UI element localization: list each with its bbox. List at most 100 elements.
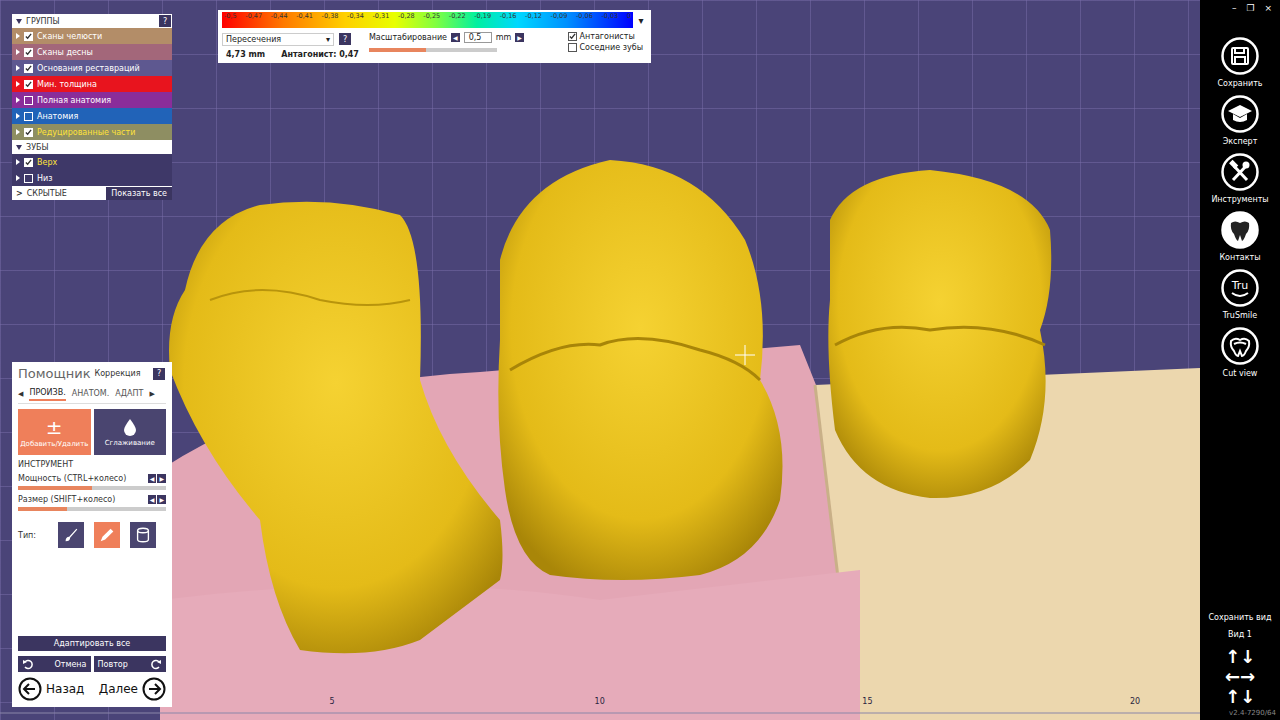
hidden-row[interactable]: >СКРЫТЫЕПоказать все bbox=[12, 186, 172, 200]
help-button[interactable]: ? bbox=[159, 15, 171, 27]
cylinder-icon bbox=[134, 526, 152, 544]
collapse-icon bbox=[16, 19, 22, 24]
scaling-slider[interactable] bbox=[369, 48, 497, 52]
checkbox[interactable] bbox=[24, 32, 33, 41]
color-scale: -0,5-0,47-0,44-0,41-0,38-0,34-0,31-0,28-… bbox=[222, 12, 647, 28]
expand-icon bbox=[16, 97, 20, 103]
undo-button[interactable]: Отмена bbox=[18, 656, 91, 672]
3d-viewport[interactable]: 5101520ГРУППЫ?Сканы челюстиСканы десныОс… bbox=[0, 0, 1200, 720]
view-rotate-button[interactable]: ↑↓ bbox=[1225, 687, 1255, 707]
option-checkbox[interactable]: Соседние зубы bbox=[568, 43, 643, 52]
sidebar-button[interactable]: Сохранить bbox=[1218, 36, 1263, 88]
svg-text:Tru: Tru bbox=[1231, 279, 1249, 292]
groups-header[interactable]: ГРУППЫ? bbox=[12, 14, 172, 28]
right-sidebar: –❐ ×Сохранить Эксперт Инструменты Контакты Tr… bbox=[1200, 0, 1280, 720]
redo-button[interactable]: Повтор bbox=[94, 656, 167, 672]
expand-icon bbox=[16, 159, 20, 165]
tab-bar: ◀ ПРОИЗВ. АНАТОМ. АДАПТ ▶ bbox=[18, 386, 166, 404]
scale-label: -0,19 bbox=[474, 12, 491, 21]
exocad-window: 5101520ГРУППЫ?Сканы челюстиСканы десныОс… bbox=[0, 0, 1280, 720]
sidebar-button[interactable]: Инструменты bbox=[1211, 152, 1268, 204]
expand-icon bbox=[16, 81, 20, 87]
show-all-button[interactable]: Показать все bbox=[106, 187, 172, 200]
decrease-button[interactable]: ◀ bbox=[148, 495, 157, 504]
tab[interactable]: ПРОИЗВ. bbox=[29, 386, 65, 401]
tab-prev-button[interactable]: ◀ bbox=[18, 390, 23, 398]
save-view-button[interactable]: Сохранить вид bbox=[1209, 613, 1272, 622]
group-item[interactable]: Сканы челюсти bbox=[12, 28, 172, 44]
window-control-button[interactable]: – bbox=[1232, 3, 1237, 30]
antagonist-value: Антагонист: 0,47 bbox=[281, 50, 359, 59]
tooth[interactable] bbox=[828, 170, 1051, 498]
checkbox[interactable] bbox=[24, 48, 33, 57]
scale-label: -0,31 bbox=[372, 12, 389, 21]
sidebar-button[interactable]: Эксперт bbox=[1220, 94, 1260, 146]
cutview-icon bbox=[1220, 326, 1260, 366]
group-item[interactable]: Сканы десны bbox=[12, 44, 172, 60]
teeth-item[interactable]: Низ bbox=[12, 170, 172, 186]
help-button[interactable]: ? bbox=[339, 33, 351, 45]
slider-track[interactable] bbox=[18, 486, 166, 490]
teeth-item[interactable]: Верх bbox=[12, 154, 172, 170]
checkbox[interactable] bbox=[24, 64, 33, 73]
mode-dropdown[interactable]: Пересечения▾ bbox=[222, 33, 334, 46]
tooth[interactable] bbox=[498, 160, 782, 580]
group-item[interactable]: Редуцированные части bbox=[12, 124, 172, 140]
assistant-panel: ПомощникКоррекция?◀ПРОИЗВ.АНАТОМ.АДАПТ▶±… bbox=[12, 362, 172, 707]
brush-type-button[interactable] bbox=[130, 522, 156, 548]
slider-track[interactable] bbox=[18, 507, 166, 511]
scale-label: -0,38 bbox=[322, 12, 339, 21]
view-rotate-button[interactable]: ↑↓ bbox=[1225, 647, 1255, 667]
view-rotate-button[interactable]: ←→ bbox=[1225, 667, 1255, 687]
decrease-button[interactable]: ◀ bbox=[148, 474, 157, 483]
scaling-input[interactable]: 0,5 bbox=[464, 32, 492, 43]
window-control-button[interactable]: × bbox=[1264, 3, 1272, 30]
decrease-button[interactable]: ◀ bbox=[451, 33, 460, 42]
sidebar-button[interactable]: Cut view bbox=[1220, 326, 1260, 378]
next-button[interactable]: Далее bbox=[99, 677, 166, 701]
tab-next-button[interactable]: ▶ bbox=[149, 390, 154, 398]
jaw-scene[interactable] bbox=[0, 0, 1200, 720]
ruler-label: 10 bbox=[595, 697, 605, 706]
help-button[interactable]: ? bbox=[153, 368, 165, 380]
scale-label: -0,09 bbox=[551, 12, 568, 21]
adapt-all-button[interactable]: Адаптировать все bbox=[18, 636, 166, 651]
checkbox[interactable] bbox=[24, 158, 33, 167]
tool-slider[interactable]: Размер (SHIFT+колесо)◀▶ bbox=[18, 495, 166, 511]
increase-button[interactable]: ▶ bbox=[515, 33, 524, 42]
window-control-button[interactable]: ❐ bbox=[1246, 3, 1254, 30]
back-button[interactable]: Назад bbox=[18, 677, 84, 701]
checkbox[interactable] bbox=[568, 43, 577, 52]
check-icon bbox=[25, 65, 32, 72]
checkbox[interactable] bbox=[24, 80, 33, 89]
group-item[interactable]: Анатомия bbox=[12, 108, 172, 124]
tab[interactable]: АНАТОМ. bbox=[72, 387, 110, 400]
check-icon bbox=[25, 159, 32, 166]
increase-button[interactable]: ▶ bbox=[157, 474, 166, 483]
tab[interactable]: АДАПТ bbox=[115, 387, 143, 400]
sidebar-button[interactable]: Контакты bbox=[1219, 210, 1260, 262]
version-label: v2.4-7290/64 bbox=[1229, 709, 1280, 717]
checkbox[interactable] bbox=[24, 96, 33, 105]
increase-button[interactable]: ▶ bbox=[157, 495, 166, 504]
tool-button[interactable]: ±Добавить/Удалить bbox=[18, 409, 91, 455]
checkbox[interactable] bbox=[568, 32, 577, 41]
collapse-button[interactable]: ▾ bbox=[635, 15, 647, 26]
option-checkbox[interactable]: Антагонисты bbox=[568, 32, 643, 41]
brush-type-button[interactable] bbox=[94, 522, 120, 548]
teeth-header[interactable]: ЗУБЫ bbox=[12, 140, 172, 154]
checkbox[interactable] bbox=[24, 128, 33, 137]
brush-type-button[interactable] bbox=[58, 522, 84, 548]
tool-button[interactable]: Сглаживание bbox=[94, 409, 167, 455]
tooth[interactable] bbox=[169, 202, 503, 654]
group-item[interactable]: Мин. толщина bbox=[12, 76, 172, 92]
tool-slider[interactable]: Мощность (CTRL+колесо)◀▶ bbox=[18, 474, 166, 490]
group-item[interactable]: Полная анатомия bbox=[12, 92, 172, 108]
group-item[interactable]: Основания реставраций bbox=[12, 60, 172, 76]
sidebar-button[interactable]: TruTruSmile bbox=[1220, 268, 1260, 320]
view-name[interactable]: Вид 1 bbox=[1228, 630, 1252, 639]
measure-value: 4,73 mm bbox=[226, 50, 265, 59]
checkbox[interactable] bbox=[24, 174, 33, 183]
scale-label: -0,06 bbox=[576, 12, 593, 21]
checkbox[interactable] bbox=[24, 112, 33, 121]
